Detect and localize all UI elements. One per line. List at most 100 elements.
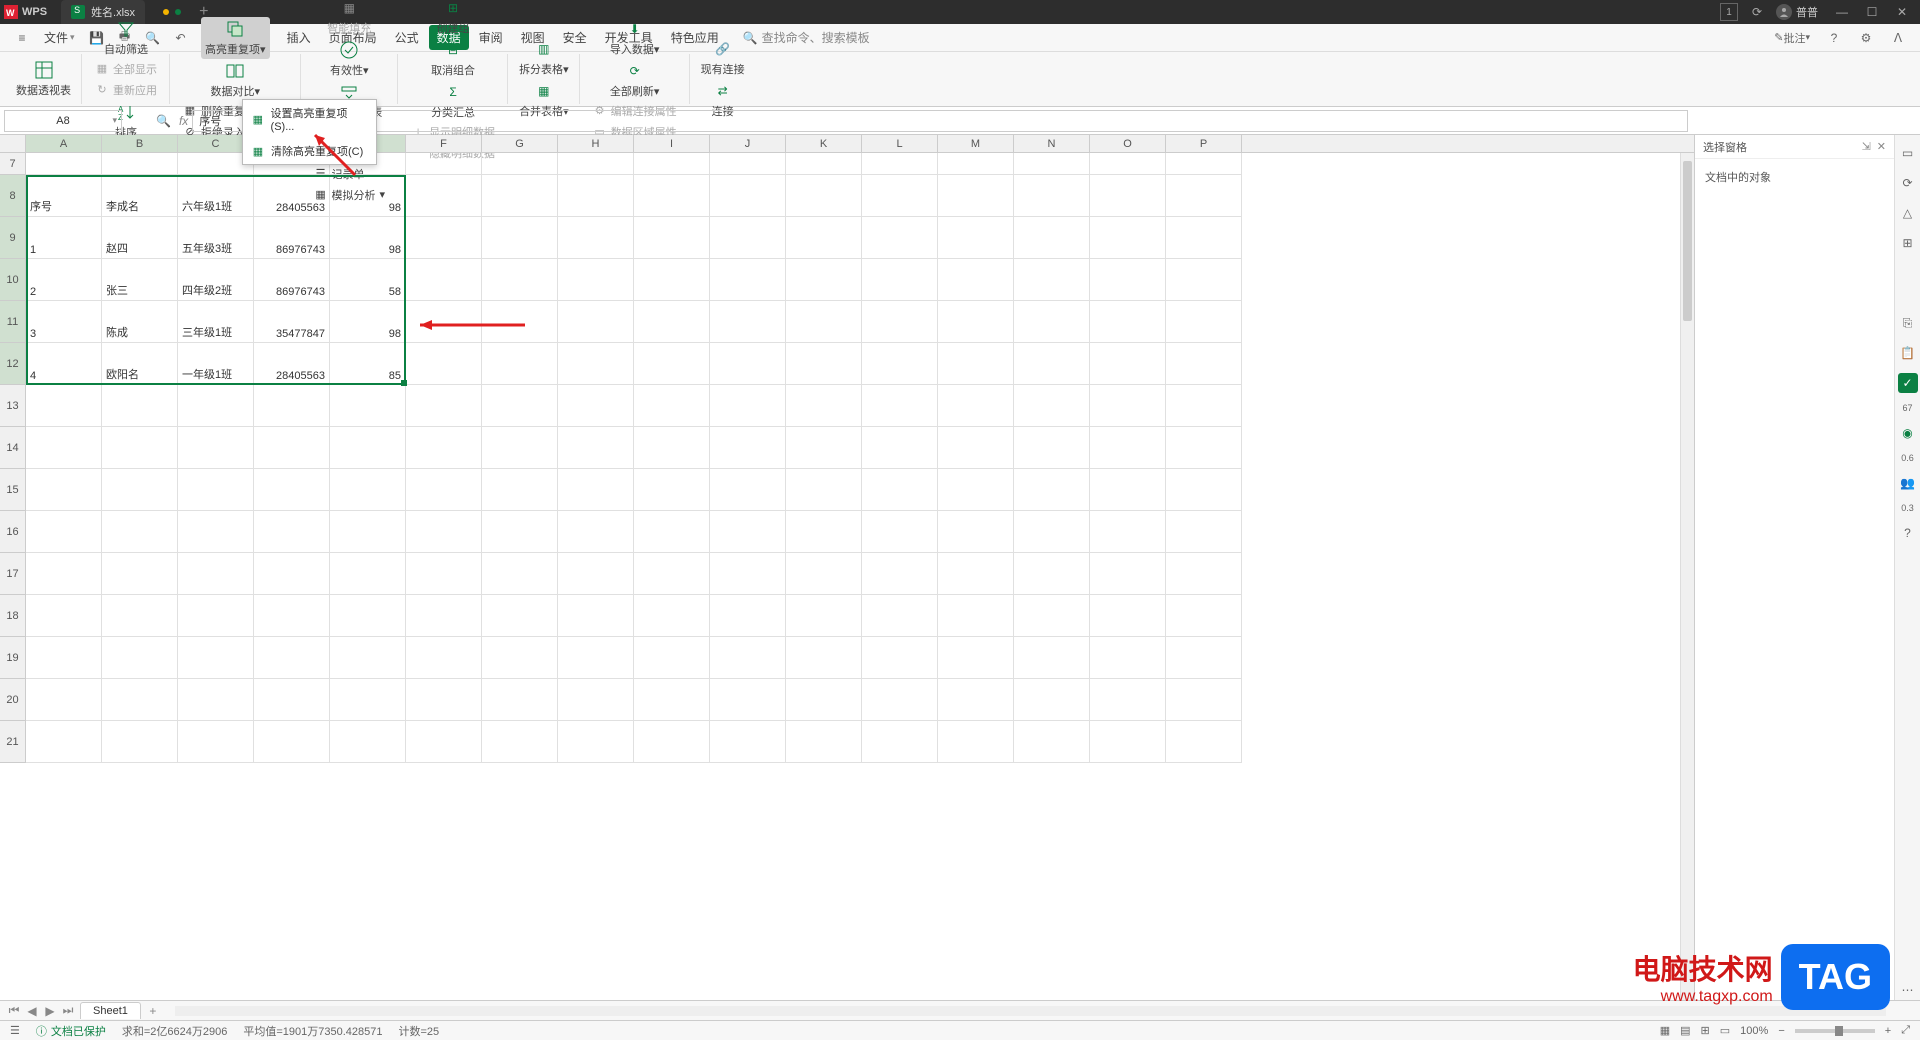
rail-help-icon[interactable]: ?	[1898, 523, 1918, 543]
split-table-button[interactable]: ▥ 拆分表格▾	[515, 37, 573, 79]
col-header-K[interactable]: K	[786, 135, 862, 152]
row-header-8[interactable]: 8	[0, 175, 26, 217]
row-header-19[interactable]: 19	[0, 637, 26, 679]
refresh-all-button[interactable]: ⟳ 全部刷新▾	[606, 59, 664, 101]
cell[interactable]: 赵四	[102, 217, 178, 259]
formula-input[interactable]: 序号	[192, 110, 1688, 132]
clear-highlight-dup-item[interactable]: ▦ 清除高亮重复项(C)	[243, 138, 376, 164]
badge-number[interactable]: 1	[1720, 3, 1738, 21]
cell[interactable]: 六年级1班	[178, 175, 254, 217]
pivot-table-button[interactable]: 数据透视表	[12, 58, 75, 100]
row-header-14[interactable]: 14	[0, 427, 26, 469]
row-header-16[interactable]: 16	[0, 511, 26, 553]
cell[interactable]: 58	[330, 259, 406, 301]
spreadsheet-grid[interactable]: A B C D E F G H I J K L M N O P 7 8	[0, 135, 1694, 1000]
select-all-corner[interactable]	[0, 135, 26, 152]
cell[interactable]: 28405563	[254, 175, 330, 217]
zoom-in-button[interactable]: +	[1885, 1025, 1891, 1037]
rail-paste-icon[interactable]: 📋	[1898, 343, 1918, 363]
pin-icon[interactable]: ⇲	[1862, 140, 1871, 153]
row-header-7[interactable]: 7	[0, 153, 26, 175]
view-page-icon[interactable]: ▤	[1680, 1024, 1690, 1037]
tab-insert[interactable]: 插入	[279, 25, 319, 50]
cell[interactable]: 一年级1班	[178, 343, 254, 385]
command-search[interactable]: 🔍 查找命令、搜索模板	[743, 29, 870, 46]
tab-formula[interactable]: 公式	[387, 25, 427, 50]
row-header-21[interactable]: 21	[0, 721, 26, 763]
rail-target-icon[interactable]: ◉	[1898, 423, 1918, 443]
cell[interactable]: 28405563	[254, 343, 330, 385]
set-highlight-dup-item[interactable]: ▦ 设置高亮重复项(S)...	[243, 100, 376, 138]
reapply-button[interactable]: ↻重新应用	[89, 80, 163, 100]
col-header-A[interactable]: A	[26, 135, 102, 152]
zoom-out-button[interactable]: −	[1778, 1025, 1784, 1037]
cell[interactable]: 98	[330, 175, 406, 217]
rail-copy-icon[interactable]: ⎘	[1898, 313, 1918, 333]
cell[interactable]: 85	[330, 343, 406, 385]
col-header-B[interactable]: B	[102, 135, 178, 152]
settings-icon[interactable]: ⚙	[1854, 26, 1878, 50]
cell[interactable]: 欧阳名	[102, 343, 178, 385]
horizontal-scrollbar[interactable]	[175, 1006, 1886, 1016]
view-split-icon[interactable]: ⊞	[1701, 1024, 1710, 1037]
view-normal-icon[interactable]: ▦	[1660, 1024, 1670, 1037]
rail-grid-icon[interactable]: ⊞	[1898, 233, 1918, 253]
hamburger-icon[interactable]: ≡	[10, 26, 34, 50]
rail-refresh-icon[interactable]: ⟳	[1898, 173, 1918, 193]
undo-icon[interactable]: ↶	[169, 26, 193, 50]
name-box[interactable]: A8	[4, 110, 122, 132]
close-panel-icon[interactable]: ✕	[1877, 140, 1886, 153]
cell[interactable]: 序号	[26, 175, 102, 217]
zoom-slider[interactable]	[1795, 1029, 1875, 1033]
close-button[interactable]: ✕	[1888, 2, 1916, 22]
rail-people-icon[interactable]: 👥	[1898, 473, 1918, 493]
autofilter-button[interactable]: 自动筛选	[100, 17, 152, 59]
cell[interactable]: 2	[26, 259, 102, 301]
col-header-F[interactable]: F	[406, 135, 482, 152]
zoom-level[interactable]: 100%	[1740, 1025, 1768, 1037]
sync-icon[interactable]: ⟳	[1748, 3, 1766, 21]
collapse-ribbon-icon[interactable]: ᐱ	[1886, 26, 1910, 50]
cell[interactable]	[26, 153, 102, 175]
rail-check-icon[interactable]: ✓	[1898, 373, 1918, 393]
rail-more-icon[interactable]: ⋯	[1898, 980, 1918, 1000]
row-header-10[interactable]: 10	[0, 259, 26, 301]
file-menu[interactable]: 文件▾	[38, 27, 81, 48]
annotate-button[interactable]: ✎批注▾	[1770, 26, 1814, 50]
fx-icon[interactable]: fx	[179, 114, 188, 128]
cell[interactable]: 35477847	[254, 301, 330, 343]
cell[interactable]: 4	[26, 343, 102, 385]
row-header-17[interactable]: 17	[0, 553, 26, 595]
col-header-N[interactable]: N	[1014, 135, 1090, 152]
ungroup-button[interactable]: ⊟ 取消组合	[427, 38, 479, 80]
row-header-13[interactable]: 13	[0, 385, 26, 427]
cell[interactable]: 陈成	[102, 301, 178, 343]
col-header-H[interactable]: H	[558, 135, 634, 152]
rail-shape-icon[interactable]: △	[1898, 203, 1918, 223]
validation-button[interactable]: 有效性▾	[326, 38, 373, 80]
sheet-first-icon[interactable]: ⏮	[6, 1003, 22, 1019]
zoom-fx-icon[interactable]: 🔍	[156, 114, 171, 128]
status-menu-icon[interactable]: ☰	[10, 1024, 20, 1037]
cell[interactable]: 86976743	[254, 259, 330, 301]
sheet-tab-1[interactable]: Sheet1	[80, 1002, 141, 1019]
cell[interactable]: 1	[26, 217, 102, 259]
row-header-12[interactable]: 12	[0, 343, 26, 385]
doc-protected-status[interactable]: ⓘ 文档已保护	[36, 1023, 106, 1039]
rail-select-icon[interactable]: ▭	[1898, 143, 1918, 163]
show-all-button[interactable]: ▦全部显示	[89, 59, 163, 79]
maximize-button[interactable]: ☐	[1858, 2, 1886, 22]
highlight-duplicates-button[interactable]: 高亮重复项▾	[201, 17, 270, 59]
row-header-18[interactable]: 18	[0, 595, 26, 637]
col-header-I[interactable]: I	[634, 135, 710, 152]
row-header-20[interactable]: 20	[0, 679, 26, 721]
col-header-G[interactable]: G	[482, 135, 558, 152]
col-header-O[interactable]: O	[1090, 135, 1166, 152]
row-header-11[interactable]: 11	[0, 301, 26, 343]
cell[interactable]: 五年级3班	[178, 217, 254, 259]
smart-fill-button[interactable]: ▦ 智能填充	[323, 0, 375, 38]
cell[interactable]: 86976743	[254, 217, 330, 259]
cell[interactable]: 98	[330, 217, 406, 259]
help-icon[interactable]: ?	[1822, 26, 1846, 50]
col-header-P[interactable]: P	[1166, 135, 1242, 152]
